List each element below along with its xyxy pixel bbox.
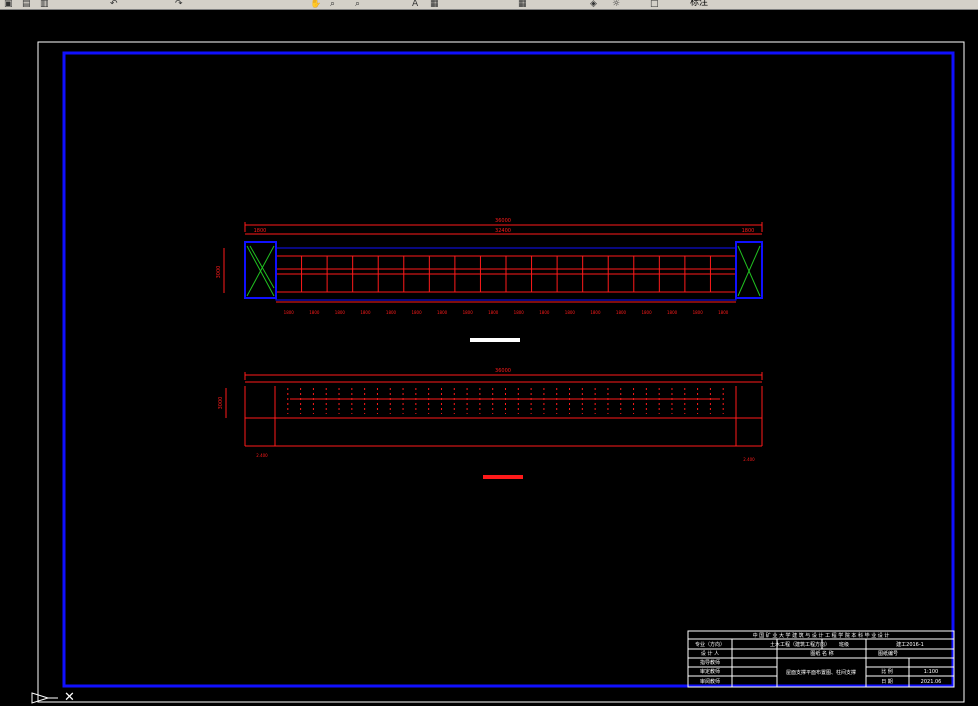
layer-state-icon[interactable]: ☼ xyxy=(612,0,620,9)
plan-view xyxy=(223,222,763,303)
zoom-icon[interactable]: ⌕ xyxy=(330,0,335,9)
bay-dim-label: 1800 xyxy=(565,310,576,315)
redo-icon[interactable]: ↷ xyxy=(175,0,183,9)
bay-dim-label: 1800 xyxy=(514,310,525,315)
bay-dim-label: 1800 xyxy=(718,310,729,315)
ucs-x-axis-label: ✕ xyxy=(64,690,75,705)
layer-icon[interactable]: ◈ xyxy=(590,0,597,9)
tb-cell: 班级 xyxy=(839,641,849,648)
zoom-window-icon[interactable]: ⌕ xyxy=(355,0,360,9)
plan-overall-dim: 36000 xyxy=(495,218,511,224)
bay-dim-label: 1800 xyxy=(616,310,627,315)
cad-toolbar: ▣ ▤ ▥ ↶ ↷ ✋ ⌕ ⌕ A ▦ ▦ ◈ ☼ □ 标注 xyxy=(0,0,978,10)
tb-cell: 审阅教师 xyxy=(700,678,720,685)
pan-icon[interactable]: ✋ xyxy=(310,0,321,9)
bay-dim-label: 1800 xyxy=(693,310,704,315)
bay-dim-label: 1800 xyxy=(386,310,397,315)
plan-title-bar xyxy=(470,338,520,342)
tb-cell: 专业（方向） xyxy=(695,641,725,648)
undo-icon[interactable]: ↶ xyxy=(110,0,118,9)
plan-left-dim: 1800 xyxy=(254,228,267,234)
plan-height-dim: 3000 xyxy=(216,266,222,279)
bay-dim-label: 1800 xyxy=(590,310,601,315)
tb-cell: 建工2016-1 xyxy=(896,641,924,648)
tb-cell: 日 期 xyxy=(881,679,893,685)
drawing-name: 屋面支撑平面布置图、柱间支撑 xyxy=(786,669,856,676)
tb-cell: 比 例 xyxy=(881,668,893,675)
elev-overall-dim: 36000 xyxy=(495,368,511,374)
elev-height-dim: 3000 xyxy=(218,397,224,410)
plan-inner-dim: 32400 xyxy=(495,228,511,234)
elev-title-bar xyxy=(483,475,523,479)
tb-cell: 1:100 xyxy=(924,669,938,675)
title-block-school: 中 国 矿 业 大 学 建 筑 与 设 计 工 程 学 院 本 科 毕 业 设 … xyxy=(753,632,890,639)
tb-cell: 指导教师 xyxy=(700,659,720,666)
plan-right-dim: 1800 xyxy=(742,228,755,234)
print-icon[interactable]: ▥ xyxy=(40,0,49,9)
layer-name[interactable]: 标注 xyxy=(690,0,708,8)
tb-cell: 图纸编号 xyxy=(878,650,898,657)
bay-dim-label: 1800 xyxy=(437,310,448,315)
color-icon[interactable]: □ xyxy=(650,0,659,9)
bay-dim-label: 1800 xyxy=(539,310,550,315)
tb-cell: 图纸 名 称 xyxy=(810,650,833,657)
bay-dim-label: 1800 xyxy=(641,310,652,315)
bay-dim-label: 1800 xyxy=(360,310,371,315)
bay-dim-label: 1800 xyxy=(335,310,346,315)
tb-cell: 土木工程（建筑工程方向） xyxy=(770,641,830,648)
tb-cell: 审定教师 xyxy=(700,668,720,675)
open-icon[interactable]: ▣ xyxy=(4,0,13,9)
elev-right-note: 2.400 xyxy=(743,457,755,462)
drawing-canvas[interactable]: 36000 32400 1800 1800 3000 1800 1800 1800 1… xyxy=(0,10,978,706)
text-icon[interactable]: A xyxy=(412,0,418,9)
title-block xyxy=(687,630,955,688)
bay-dim-label: 1800 xyxy=(463,310,474,315)
save-icon[interactable]: ▤ xyxy=(22,0,31,9)
tb-cell: 2021.06 xyxy=(921,679,942,685)
elev-left-note: 2.400 xyxy=(256,453,268,458)
table-icon[interactable]: ▦ xyxy=(518,0,527,9)
tb-cell: 设 计 人 xyxy=(701,650,719,657)
bay-dim-label: 1800 xyxy=(667,310,678,315)
bay-dim-label: 1800 xyxy=(488,310,499,315)
properties-icon[interactable]: ▦ xyxy=(430,0,439,9)
elevation-view xyxy=(225,372,763,447)
bay-dim-label: 1800 xyxy=(411,310,422,315)
bay-dim-label: 1800 xyxy=(309,310,320,315)
plan-bay-dims: 1800 1800 1800 1800 1800 1800 1800 1800 1800 1800… xyxy=(284,310,729,315)
bay-dim-label: 1800 xyxy=(284,310,295,315)
